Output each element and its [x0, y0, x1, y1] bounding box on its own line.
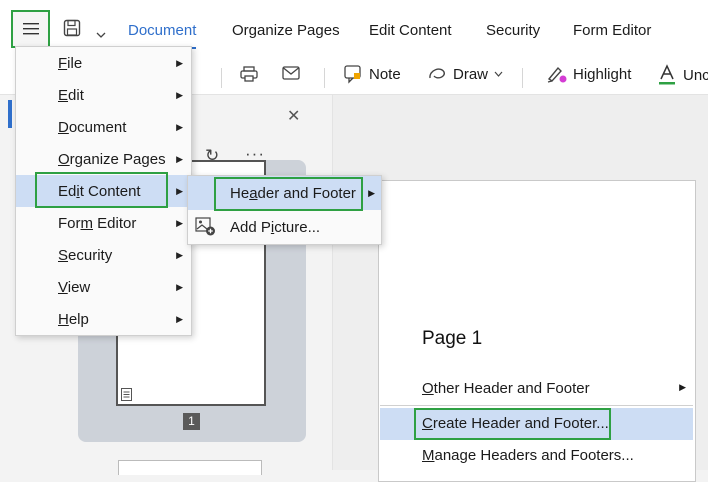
highlight-label: Highlight: [573, 65, 632, 83]
highlight-button[interactable]: Highlight: [545, 64, 631, 84]
menu-item-label: Form Editor: [58, 214, 137, 232]
chevron-down-icon: [494, 71, 503, 77]
save-icon[interactable]: [63, 19, 81, 41]
menu-divider: [380, 405, 693, 406]
menu-item-label: Document: [58, 118, 127, 136]
menu-item-label: Organize Pages: [58, 150, 166, 168]
highlight-box-create: [414, 408, 611, 440]
chevron-right-icon: ▶: [176, 121, 183, 132]
chevron-right-icon: ▶: [176, 313, 183, 324]
page-number-badge: 1: [183, 413, 200, 430]
menu-item-manage-headers-footers[interactable]: Manage Headers and Footers...: [380, 442, 693, 470]
menu-item-label: Help: [58, 310, 89, 328]
menu-item-view[interactable]: View ▶: [16, 271, 191, 303]
hamburger-menu-button[interactable]: [11, 10, 50, 48]
page-thumbnail-2[interactable]: [118, 460, 262, 475]
menu-item-file[interactable]: File ▶: [16, 47, 191, 79]
menu-item-organize-pages[interactable]: Organize Pages ▶: [16, 143, 191, 175]
chevron-right-icon: ▶: [176, 217, 183, 228]
underline-button[interactable]: Unc: [657, 64, 708, 86]
tab-form-editor[interactable]: Form Editor: [573, 22, 651, 39]
menu-item-label: Other Header and Footer: [422, 380, 590, 397]
underline-label: Unc: [683, 66, 708, 84]
chevron-right-icon: ▶: [176, 57, 183, 68]
chevron-down-icon[interactable]: [96, 25, 106, 42]
menu-item-add-picture[interactable]: Add Picture...: [188, 210, 381, 244]
menu-item-label: Manage Headers and Footers...: [422, 447, 634, 464]
menu-item-label: File: [58, 54, 83, 72]
note-label: Note: [369, 65, 401, 83]
highlight-box-edit-content: [35, 172, 168, 208]
highlight-box-header-footer: [214, 177, 363, 211]
chevron-right-icon: ▶: [368, 187, 375, 198]
note-icon: [344, 65, 361, 84]
menu-item-label: View: [58, 278, 91, 296]
ribbon-separator: [221, 68, 222, 88]
menu-item-form-editor[interactable]: Form Editor ▶: [16, 207, 191, 239]
chevron-right-icon: ▶: [176, 249, 183, 260]
menu-item-label: Edit: [58, 86, 84, 104]
ribbon-separator: [324, 68, 325, 88]
ribbon-separator: [522, 68, 523, 88]
chevron-right-icon: ▶: [176, 89, 183, 100]
mail-icon[interactable]: [282, 66, 300, 80]
add-picture-icon: [195, 217, 215, 236]
underline-text-icon: [659, 64, 675, 85]
menu-item-label: Security: [58, 246, 113, 264]
draw-label: Draw: [453, 65, 489, 83]
page-heading: Page 1: [422, 328, 483, 349]
draw-button[interactable]: Draw: [427, 64, 503, 84]
menu-item-other-header-footer[interactable]: Other Header and Footer ▶: [415, 374, 694, 404]
chevron-right-icon: ▶: [176, 185, 183, 196]
menu-item-security[interactable]: Security ▶: [16, 239, 191, 271]
close-icon[interactable]: ✕: [287, 106, 300, 126]
tab-organize-pages[interactable]: Organize Pages: [232, 22, 340, 39]
menu-item-label: Add Picture...: [230, 218, 321, 236]
panel-active-indicator: [8, 100, 12, 128]
page-doc-icon: [121, 388, 132, 401]
menu-item-document[interactable]: Document ▶: [16, 111, 191, 143]
highlighter-icon: [547, 66, 567, 83]
tab-document[interactable]: Document: [128, 22, 197, 49]
menu-icon: [22, 23, 39, 35]
tab-edit-content[interactable]: Edit Content: [369, 22, 452, 39]
note-button[interactable]: Note: [343, 64, 401, 84]
chevron-right-icon: ▶: [679, 382, 686, 392]
chevron-right-icon: ▶: [176, 281, 183, 292]
chevron-right-icon: ▶: [176, 153, 183, 164]
menu-item-help[interactable]: Help ▶: [16, 303, 191, 335]
draw-icon: [429, 68, 445, 79]
menu-item-edit[interactable]: Edit ▶: [16, 79, 191, 111]
print-icon[interactable]: [240, 66, 258, 82]
tab-security[interactable]: Security: [486, 22, 540, 39]
